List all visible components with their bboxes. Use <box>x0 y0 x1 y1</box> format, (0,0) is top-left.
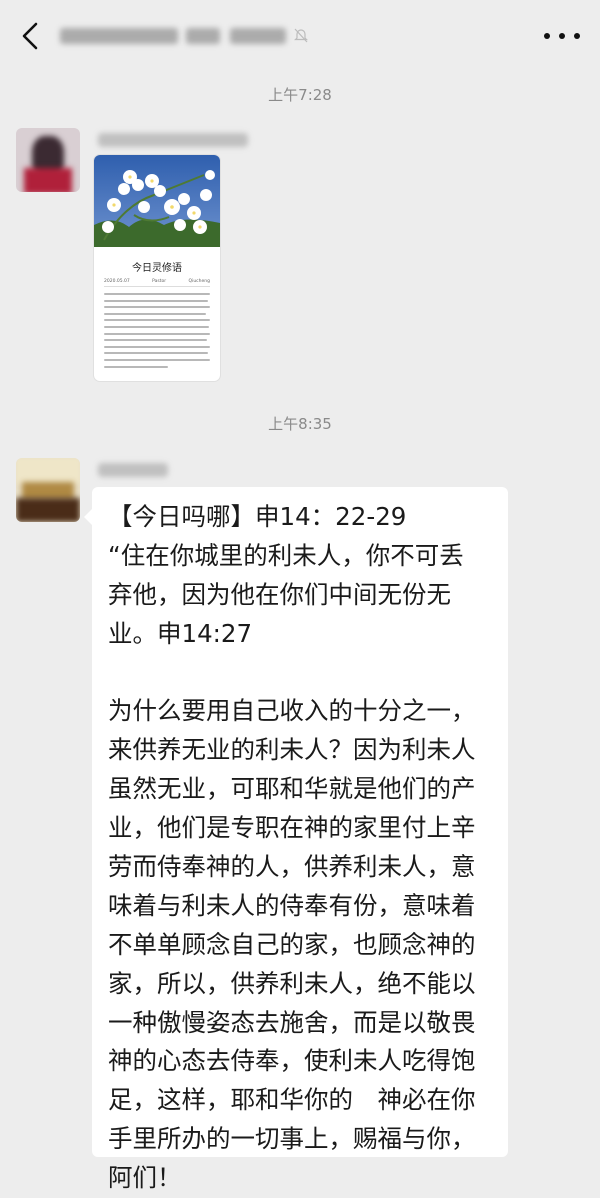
message-line: 劳而侍奉神的人，供养利未人，意 <box>108 852 476 882</box>
message-timestamp: 上午8:35 <box>268 415 332 433</box>
avatar[interactable] <box>16 128 80 192</box>
card-date: 2020.05.07 <box>104 279 130 284</box>
more-dot <box>559 33 565 39</box>
more-dot <box>544 33 550 39</box>
message-line: “住在你城里的利未人，你不可丢 <box>108 540 464 570</box>
card-meta: 2020.05.07 Pastor Qiucheng <box>104 279 210 284</box>
card-author: Qiucheng <box>188 279 210 284</box>
chevron-left-icon <box>22 22 38 50</box>
message-line: 弃他，因为他在你们中间无份无 <box>108 579 451 609</box>
message-line: 【今日吗哪】申14：22-29 <box>108 502 407 531</box>
message-line: 业，他们是专职在神的家里付上辛 <box>108 813 476 843</box>
jasmine-flowers-photo <box>94 155 220 247</box>
message-line: 一种傲慢姿态去施舍，而是以敬畏 <box>108 1007 476 1037</box>
message-line: 足，这样，耶和华你的 神必在你 <box>108 1085 476 1115</box>
message-line: 业。申14:27 <box>108 618 253 648</box>
message-line: 味着与利未人的侍奉有份，意味着 <box>108 890 476 920</box>
message-line: 为什么要用自己收入的十分之一， <box>108 696 476 726</box>
text-message-body: 【今日吗哪】申14：22-29 “住在你城里的利未人，你不可丢 弃他，因为他在你们中… <box>108 498 500 1198</box>
card-body-text-lines <box>104 293 210 372</box>
chat-title-blurred <box>60 24 310 48</box>
shared-image-card[interactable]: 今日灵修语 2020.05.07 Pastor Qiucheng <box>94 155 220 381</box>
card-role: Pastor <box>152 279 167 284</box>
bell-muted-icon <box>294 28 308 43</box>
message-line: 手里所办的一切事上，赐福与你， <box>108 1124 476 1154</box>
avatar[interactable] <box>16 458 80 522</box>
chat-header <box>0 0 600 72</box>
card-heading: 今日灵修语 <box>132 263 182 274</box>
message-timestamp: 上午7:28 <box>268 86 332 104</box>
message-line: 家，所以，供养利未人，绝不能以 <box>108 968 476 998</box>
message-line: 虽然无业，可耶和华就是他们的产 <box>108 774 476 804</box>
more-dot <box>574 33 580 39</box>
card-divider <box>104 286 210 287</box>
message-line: 阿们！ <box>108 1163 182 1193</box>
sender-name-blurred <box>98 133 248 147</box>
bubble-tail <box>84 508 93 526</box>
message-line: 不单单顾念自己的家，也顾念神的 <box>108 929 476 959</box>
sender-name-blurred <box>98 463 168 477</box>
message-line: 来供养无业的利未人？因为利未人 <box>108 735 476 765</box>
back-button[interactable] <box>14 18 50 54</box>
more-button[interactable] <box>544 24 580 48</box>
message-line: 神的心态去侍奉，使利未人吃得饱 <box>108 1046 476 1076</box>
